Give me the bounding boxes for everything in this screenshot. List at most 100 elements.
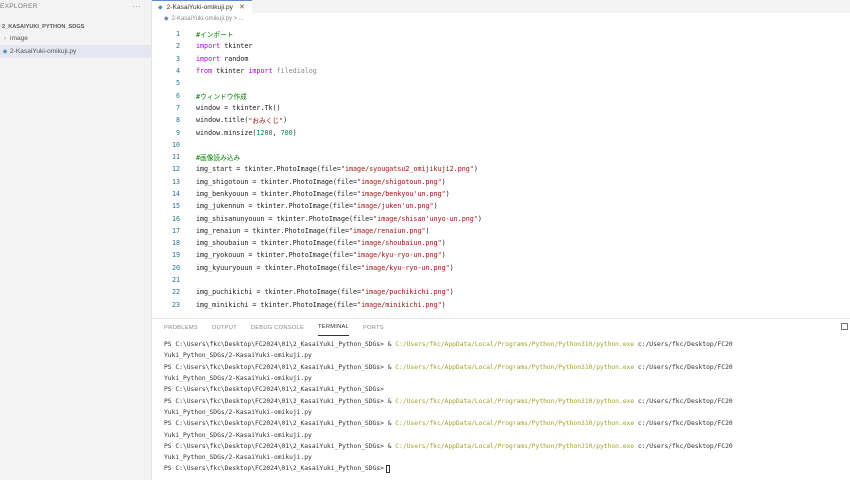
code-token: 1200 [256, 128, 273, 137]
code-line[interactable]: 6 #ウィンドウ作成 [152, 89, 850, 101]
line-number: 23 [171, 300, 180, 309]
code-line[interactable]: 4 from tkinter import filedialog [152, 65, 850, 77]
code-token: 700 [280, 128, 293, 137]
code-token: "image/puchikichi.png" [361, 288, 450, 297]
sidebar-item-image-folder[interactable]: › image [0, 32, 151, 45]
code-token: import [196, 54, 221, 63]
code-token: "image/kyu-ryo-un.png" [353, 251, 442, 260]
code-line[interactable]: 9 window.minsize(1200, 700) [152, 126, 850, 138]
terminal-exe-path: C:/Users/fkc/AppData/Local/Programs/Pyth… [395, 442, 635, 450]
code-line[interactable]: 14 img_benkyouun = tkinter.PhotoImage(fil… [152, 188, 850, 200]
line-number: 1 [175, 30, 180, 39]
code-token: tkinter [220, 42, 253, 51]
code-line[interactable]: 7 window = tkinter.Tk() [152, 102, 850, 114]
code-token: img_puchikichi = tkinter.PhotoImage(file… [196, 288, 362, 297]
terminal-text: PS C:\Users\fkc\Desktop\FC2024\01\2_Kasa… [164, 341, 396, 349]
code-token: img_shoubaiun = tkinter.PhotoImage(file= [196, 239, 358, 248]
code-editor[interactable]: 1 #インポート 2 import tkinter 3 import random 4 fro… [152, 28, 850, 311]
code-line[interactable]: 15 img_jukennun = tkinter.PhotoImage(file… [152, 200, 850, 212]
code-token: "おみくじ" [248, 117, 284, 126]
panel-tab-bar: PROBLEMS OUTPUT DEBUG CONSOLE TERMINAL PORTS [152, 319, 850, 336]
workspace-root-label: 2_KASAIYUKI_PYTHON_SDGS [2, 23, 85, 30]
tab-output[interactable]: OUTPUT [212, 319, 237, 336]
code-line[interactable]: 10 [152, 139, 850, 151]
code-token: window.title( [196, 116, 249, 125]
code-line[interactable]: 13 img_shigotoun = tkinter.PhotoImage(fil… [152, 176, 850, 188]
code-token: #画像読み込み [196, 154, 241, 163]
code-line[interactable]: 5 [152, 77, 850, 89]
code-line[interactable]: 3 import random [152, 53, 850, 65]
terminal-text: Yuki_Python_SDGs/2-KasaiYuki-omikuji.py [164, 431, 312, 439]
terminal-line: PS C:\Users\fkc\Desktop\FC2024\01\2_Kasa… [164, 395, 850, 406]
code-token: "image/shisan'unyo-un.png" [373, 214, 478, 223]
breadcrumb[interactable]: ◆ 2-KasaiYuki-omikuji.py > ... [152, 13, 850, 24]
line-number: 18 [171, 239, 180, 248]
terminal-text: Yuki_Python_SDGs/2-KasaiYuki-omikuji.py [164, 352, 312, 360]
terminal-line: PS C:\Users\fkc\Desktop\FC2024\01\2_Kasa… [164, 441, 850, 452]
code-token: import [196, 42, 221, 51]
code-line[interactable]: 17 img_renaiun = tkinter.PhotoImage(file=… [152, 225, 850, 237]
code-token: img_shisanunyouun = tkinter.PhotoImage(f… [196, 214, 374, 223]
code-token: random [220, 54, 249, 63]
more-actions-icon[interactable]: ··· [132, 2, 141, 11]
code-line[interactable]: 8 window.title("おみくじ") [152, 114, 850, 126]
terminal-line: PS C:\Users\fkc\Desktop\FC2024\01\2_Kasa… [164, 384, 850, 395]
python-file-icon: ◆ [2, 49, 8, 55]
terminal-exe-path: C:/Users/fkc/AppData/Local/Programs/Pyth… [395, 341, 635, 349]
line-number: 10 [171, 140, 180, 149]
terminal-text: PS C:\Users\fkc\Desktop\FC2024\01\2_Kasa… [164, 386, 384, 394]
code-line[interactable]: 2 import tkinter [152, 40, 850, 52]
sidebar-item-python-file[interactable]: ◆ 2-KasaiYuki-omikuji.py [0, 45, 151, 58]
tab-ports[interactable]: PORTS [363, 319, 384, 336]
code-line[interactable]: 16 img_shisanunyouun = tkinter.PhotoImage… [152, 212, 850, 224]
code-token: ) [441, 251, 446, 260]
line-number: 21 [171, 276, 180, 285]
line-number: 15 [171, 202, 180, 211]
code-token: img_start = tkinter.PhotoImage(file= [196, 165, 341, 174]
explorer-header: EXPLORER ··· [0, 0, 151, 13]
code-token: filedialog [272, 67, 317, 76]
code-token: ) [433, 202, 438, 211]
code-token: img_minikichi = tkinter.PhotoImage(file= [196, 300, 358, 309]
code-token: "image/shigotoun.png" [357, 177, 442, 186]
code-token: ) [473, 165, 478, 174]
terminal-line: Yuki_Python_SDGs/2-KasaiYuki-omikuji.py [164, 452, 850, 463]
code-line[interactable]: 18 img_shoubaiun = tkinter.PhotoImage(fil… [152, 237, 850, 249]
code-token: "image/minikichi.png" [357, 300, 442, 309]
terminal-line: Yuki_Python_SDGs/2-KasaiYuki-omikuji.py [164, 429, 850, 440]
tab-debug-console[interactable]: DEBUG CONSOLE [251, 319, 304, 336]
tab-terminal[interactable]: TERMINAL [318, 319, 349, 336]
code-token: ) [449, 288, 454, 297]
code-line[interactable]: 22 img_puchikichi = tkinter.PhotoImage(fi… [152, 286, 850, 298]
terminal-text: PS C:\Users\fkc\Desktop\FC2024\01\2_Kasa… [164, 420, 396, 428]
code-line[interactable]: 23 img_minikichi = tkinter.PhotoImage(fil… [152, 299, 850, 311]
workspace-root-folder[interactable]: 2_KASAIYUKI_PYTHON_SDGS [0, 21, 151, 32]
editor-tab[interactable]: ◆ 2-KasaiYuki-omikuji.py ✕ [152, 0, 252, 13]
line-number: 14 [171, 190, 180, 198]
code-line[interactable]: 12 img_start = tkinter.PhotoImage(file= "i… [152, 163, 850, 175]
terminal-text: Yuki_Python_SDGs/2-KasaiYuki-omikuji.py [164, 454, 312, 462]
breadcrumb-text: 2-KasaiYuki-omikuji.py > ... [171, 15, 244, 22]
terminal-line: PS C:\Users\fkc\Desktop\FC2024\01\2_Kasa… [164, 463, 850, 474]
code-line[interactable]: 19 img_ryokouun = tkinter.PhotoImage(file… [152, 249, 850, 261]
editor-tab-bar: ◆ 2-KasaiYuki-omikuji.py ✕ [152, 0, 850, 13]
line-number: 20 [171, 263, 180, 272]
code-token: window = tkinter.Tk() [196, 103, 281, 112]
terminal-text: c:/Users/fkc/Desktop/FC20 [634, 363, 733, 371]
code-token: #ウィンドウ作成 [196, 92, 247, 101]
close-icon[interactable]: ✕ [239, 3, 245, 11]
terminal-output[interactable]: PS C:\Users\fkc\Desktop\FC2024\01\2_Kasa… [152, 336, 850, 475]
code-line[interactable]: 20 img_kyuuryouun = tkinter.PhotoImage(fi… [152, 262, 850, 274]
line-number: 17 [171, 226, 180, 235]
code-token: "image/syougatsu2_omijikuji2.png" [340, 165, 474, 174]
editor-area: ◆ 2-KasaiYuki-omikuji.py ✕ ◆ 2-KasaiYuki… [152, 0, 850, 318]
code-line[interactable]: 11 #画像読み込み [152, 151, 850, 163]
code-token: ) [292, 128, 297, 137]
maximize-panel-icon[interactable] [841, 323, 848, 330]
code-line[interactable]: 1 #インポート [152, 28, 850, 40]
explorer-sidebar: EXPLORER ··· 2_KASAIYUKI_PYTHON_SDGS › i… [0, 0, 152, 480]
line-number: 22 [171, 288, 180, 297]
code-line[interactable]: 21 [152, 274, 850, 286]
line-number: 19 [171, 251, 180, 260]
tab-problems[interactable]: PROBLEMS [164, 319, 198, 336]
